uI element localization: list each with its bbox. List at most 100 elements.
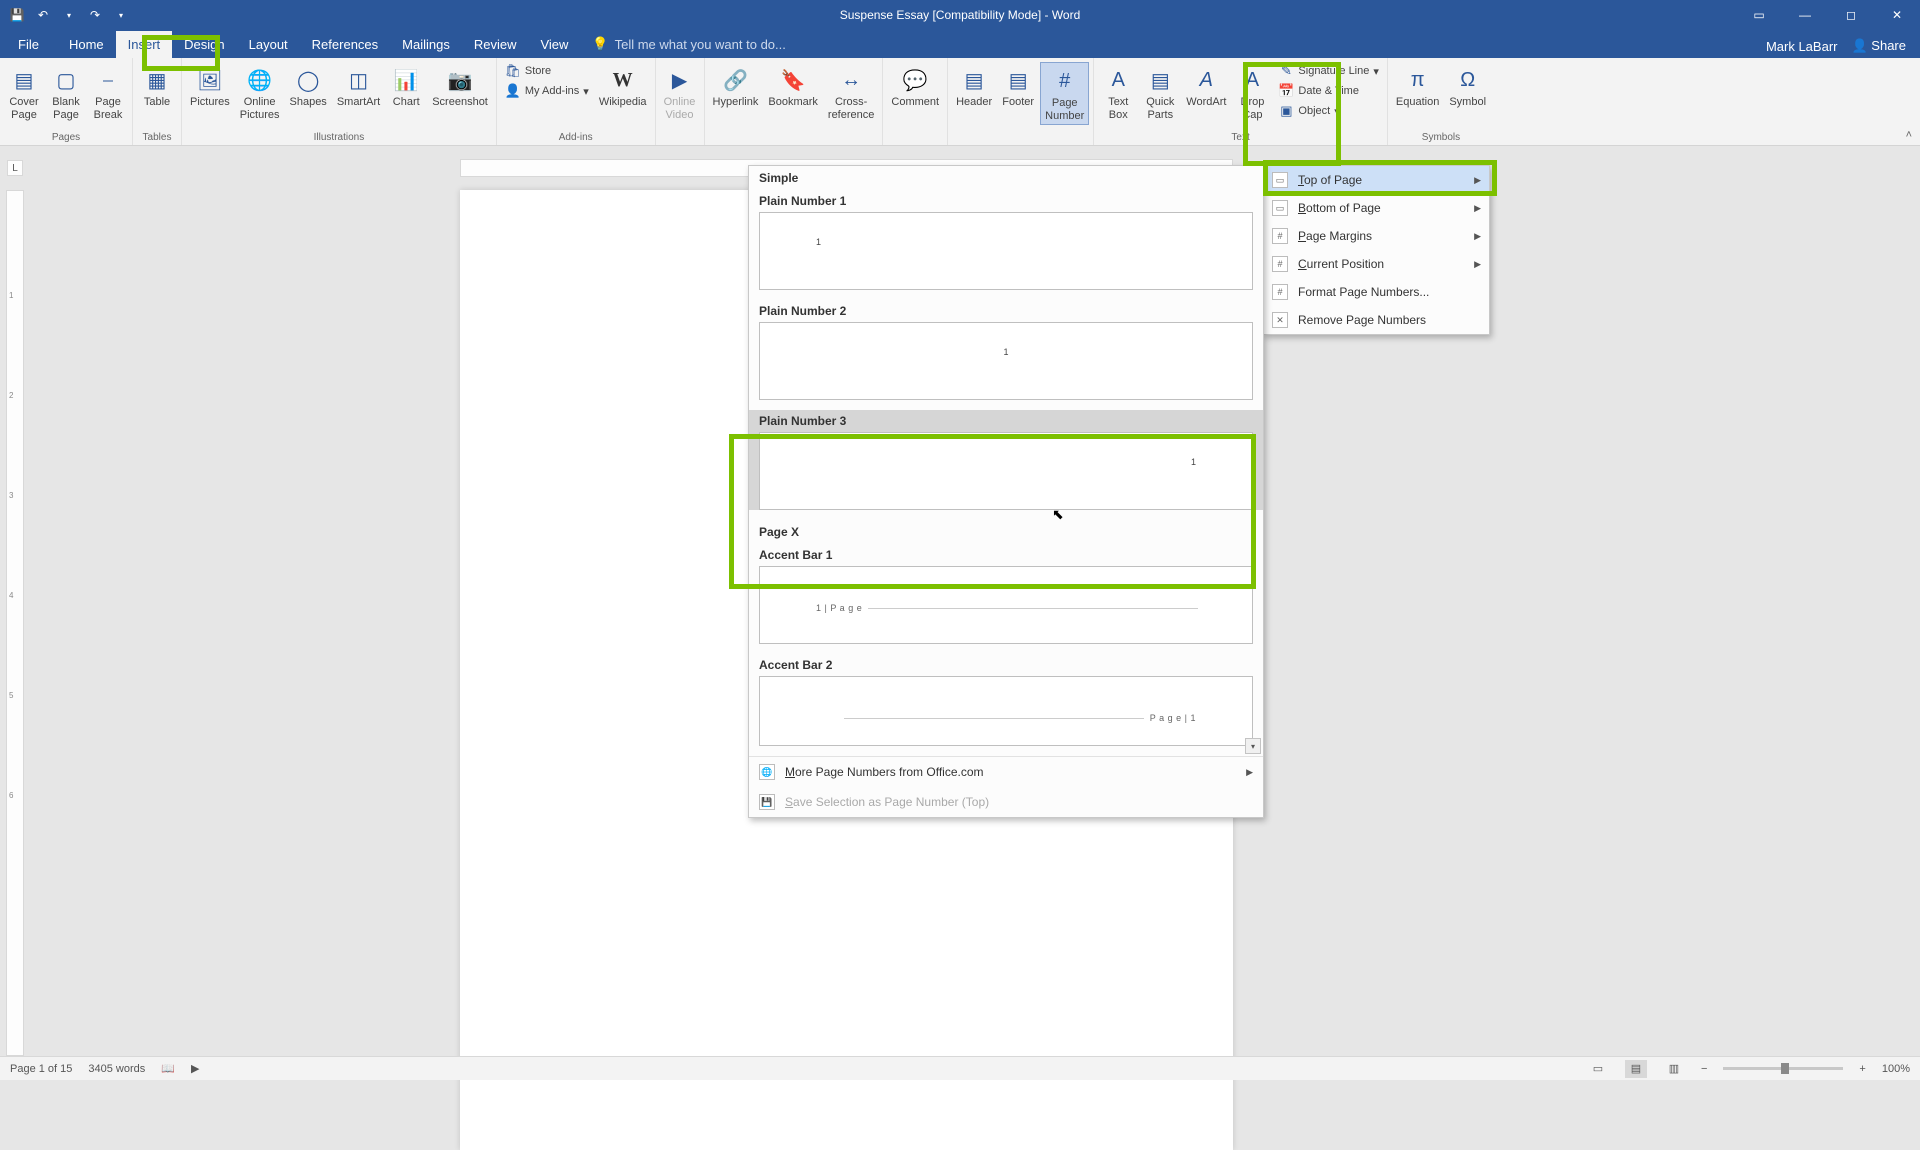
- signature-line-button[interactable]: ✎Signature Line ▾: [1274, 62, 1382, 80]
- smartart-button[interactable]: ◫SmartArt: [333, 62, 384, 111]
- group-label-tables: Tables: [137, 132, 177, 145]
- blank-page-button[interactable]: ▢BlankPage: [46, 62, 86, 123]
- read-mode-icon[interactable]: ▭: [1587, 1060, 1609, 1078]
- store-button[interactable]: 🛍Store: [501, 62, 593, 80]
- cover-page-button[interactable]: ▤CoverPage: [4, 62, 44, 123]
- screenshot-button[interactable]: 📷Screenshot: [428, 62, 492, 111]
- user-name[interactable]: Mark LaBarr: [1766, 39, 1838, 54]
- comment-button[interactable]: 💬Comment: [887, 62, 943, 111]
- online-video-button[interactable]: ▶OnlineVideo: [660, 62, 700, 123]
- more-page-numbers-office[interactable]: 🌐 More Page Numbers from Office.com ▶: [749, 757, 1263, 787]
- tab-references[interactable]: References: [300, 31, 390, 58]
- tab-design[interactable]: Design: [172, 31, 236, 58]
- redo-icon[interactable]: ↷: [86, 8, 104, 22]
- collapse-ribbon-icon[interactable]: ˄: [1906, 129, 1912, 141]
- save-icon: 💾: [759, 794, 775, 810]
- sample-text: P a g e | 1: [1150, 713, 1196, 723]
- my-addins-icon: 👤: [505, 83, 521, 99]
- menu-label: Format Page Numbers...: [1298, 285, 1429, 299]
- share-button[interactable]: 👤 Share: [1851, 38, 1906, 54]
- page-number-button[interactable]: #PageNumber: [1040, 62, 1089, 125]
- spell-check-icon[interactable]: 📖: [161, 1062, 175, 1075]
- submenu-arrow-icon: ▶: [1474, 203, 1481, 214]
- ribbon-display-options-icon[interactable]: ▭: [1736, 8, 1782, 22]
- close-icon[interactable]: ✕: [1874, 8, 1920, 22]
- header-icon: ▤: [958, 64, 990, 96]
- table-button[interactable]: ▦Table: [137, 62, 177, 111]
- online-pictures-button[interactable]: 🌐OnlinePictures: [236, 62, 284, 123]
- status-page[interactable]: Page 1 of 15: [10, 1063, 72, 1075]
- symbol-button[interactable]: ΩSymbol: [1445, 62, 1490, 111]
- smartart-icon: ◫: [343, 64, 375, 96]
- footer-button[interactable]: ▤Footer: [998, 62, 1038, 111]
- zoom-level[interactable]: 100%: [1882, 1063, 1910, 1075]
- tab-mailings[interactable]: Mailings: [390, 31, 462, 58]
- macro-icon[interactable]: ▶: [191, 1062, 199, 1075]
- menu-page-margins[interactable]: # Page Margins ▶: [1264, 222, 1489, 250]
- menu-format-page-numbers[interactable]: # Format Page Numbers...: [1264, 278, 1489, 306]
- gallery-option-accent-bar-2[interactable]: P a g e | 1: [759, 676, 1253, 746]
- tab-file[interactable]: File: [0, 31, 57, 58]
- undo-icon[interactable]: ↶: [34, 8, 52, 22]
- gallery-option-plain-number-2[interactable]: 1: [759, 322, 1253, 400]
- tab-selector[interactable]: L: [7, 160, 23, 176]
- page-break-button[interactable]: ⎯PageBreak: [88, 62, 128, 123]
- web-layout-icon[interactable]: ▥: [1663, 1060, 1685, 1078]
- text-box-button[interactable]: ATextBox: [1098, 62, 1138, 123]
- tab-review[interactable]: Review: [462, 31, 529, 58]
- save-icon[interactable]: 💾: [8, 8, 26, 22]
- drop-cap-button[interactable]: ADropCap: [1232, 62, 1272, 123]
- tab-view[interactable]: View: [528, 31, 580, 58]
- group-illustrations: 🖼Pictures 🌐OnlinePictures ◯Shapes ◫Smart…: [182, 58, 497, 145]
- zoom-out-icon[interactable]: −: [1701, 1063, 1707, 1075]
- zoom-slider[interactable]: [1723, 1067, 1843, 1070]
- gallery-category-pagex: Page X: [749, 520, 1263, 544]
- gallery-category-simple: Simple: [749, 166, 1263, 190]
- quick-parts-icon: ▤: [1144, 64, 1176, 96]
- qat-customize-icon[interactable]: ▾: [112, 11, 130, 20]
- store-icon: 🛍: [505, 63, 521, 79]
- equation-button[interactable]: πEquation: [1392, 62, 1443, 111]
- date-time-button[interactable]: 📅Date & Time: [1274, 82, 1382, 100]
- footer-label: More Page Numbers from Office.com: [785, 765, 984, 779]
- chart-button[interactable]: 📊Chart: [386, 62, 426, 111]
- zoom-in-icon[interactable]: +: [1859, 1063, 1865, 1075]
- minimize-icon[interactable]: —: [1782, 8, 1828, 22]
- vertical-ruler[interactable]: 1 2 3 4 5 6: [6, 190, 24, 1056]
- wikipedia-button[interactable]: WWikipedia: [595, 62, 651, 111]
- pictures-button[interactable]: 🖼Pictures: [186, 62, 234, 111]
- my-addins-button[interactable]: 👤My Add-ins ▾: [501, 82, 593, 100]
- scroll-down-icon[interactable]: ▾: [1245, 738, 1261, 754]
- tell-me[interactable]: 💡 Tell me what you want to do...: [592, 36, 785, 58]
- menu-bottom-of-page[interactable]: ▭ Bottom of Page ▶: [1264, 194, 1489, 222]
- top-of-page-icon: ▭: [1272, 172, 1288, 188]
- hyperlink-icon: 🔗: [719, 64, 751, 96]
- menu-current-position[interactable]: # Current Position ▶: [1264, 250, 1489, 278]
- status-words[interactable]: 3405 words: [88, 1063, 145, 1075]
- gallery-option-plain-number-3[interactable]: 1: [759, 432, 1253, 510]
- menu-remove-page-numbers[interactable]: ✕ Remove Page Numbers: [1264, 306, 1489, 334]
- format-page-numbers-icon: #: [1272, 284, 1288, 300]
- undo-dropdown-icon[interactable]: ▾: [60, 11, 78, 20]
- submenu-arrow-icon: ▶: [1246, 767, 1253, 778]
- zoom-thumb[interactable]: [1781, 1063, 1789, 1074]
- menu-top-of-page[interactable]: ▭ Top of Page ▶: [1264, 166, 1489, 194]
- hyperlink-button[interactable]: 🔗Hyperlink: [709, 62, 763, 111]
- object-button[interactable]: ▣Object ▾: [1274, 102, 1382, 120]
- tab-insert[interactable]: Insert: [116, 31, 173, 58]
- tab-layout[interactable]: Layout: [237, 31, 300, 58]
- tab-home[interactable]: Home: [57, 31, 116, 58]
- maximize-icon[interactable]: ◻: [1828, 8, 1874, 22]
- gallery-option-plain-number-1[interactable]: 1: [759, 212, 1253, 290]
- bottom-of-page-icon: ▭: [1272, 200, 1288, 216]
- gallery-option-accent-bar-1[interactable]: 1 | P a g e: [759, 566, 1253, 644]
- gallery-scrollbar[interactable]: ▾: [1245, 168, 1261, 754]
- submenu-arrow-icon: ▶: [1474, 231, 1481, 242]
- wordart-button[interactable]: AWordArt: [1182, 62, 1230, 111]
- quick-parts-button[interactable]: ▤QuickParts: [1140, 62, 1180, 123]
- print-layout-icon[interactable]: ▤: [1625, 1060, 1647, 1078]
- bookmark-button[interactable]: 🔖Bookmark: [764, 62, 822, 111]
- shapes-button[interactable]: ◯Shapes: [286, 62, 331, 111]
- header-button[interactable]: ▤Header: [952, 62, 996, 111]
- cross-reference-button[interactable]: ↔Cross-reference: [824, 62, 878, 123]
